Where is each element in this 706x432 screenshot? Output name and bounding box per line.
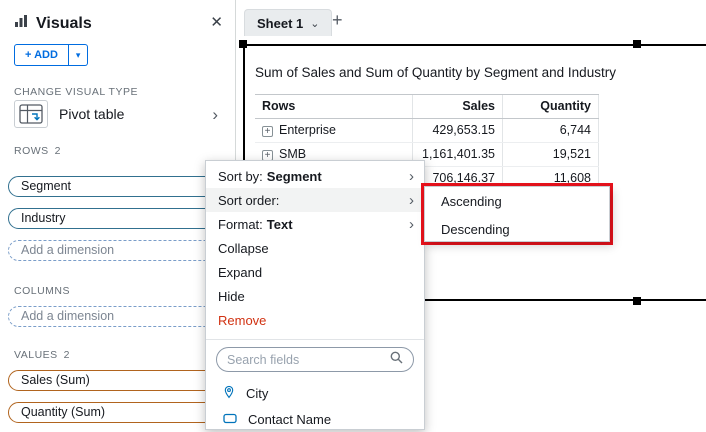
menu-item-value: Segment <box>267 169 322 184</box>
column-header-quantity[interactable]: Quantity <box>503 95 599 118</box>
visual-type-selector[interactable]: Pivot table › <box>14 99 222 129</box>
expand-icon[interactable]: + <box>262 126 273 137</box>
close-icon[interactable]: ✕ <box>210 13 223 31</box>
visual-title: Sum of Sales and Sum of Quantity by Segm… <box>255 65 616 80</box>
menu-item-remove[interactable]: Remove <box>206 308 424 332</box>
geo-pin-icon <box>223 385 235 402</box>
add-button-label[interactable]: + ADD <box>14 44 69 66</box>
menu-divider <box>206 339 424 340</box>
menu-item-label: Expand <box>218 265 262 280</box>
field-label: City <box>246 386 268 401</box>
menu-item-sort-order[interactable]: Sort order: › <box>206 188 424 212</box>
field-item-city[interactable]: City <box>206 380 424 406</box>
menu-item-collapse[interactable]: Collapse <box>206 236 424 260</box>
menu-item-descending[interactable]: Descending <box>425 215 609 243</box>
menu-item-label: Hide <box>218 289 245 304</box>
sales-value-cell[interactable]: 429,653.15 <box>413 119 503 142</box>
quantity-value-cell[interactable]: 6,744 <box>503 119 599 142</box>
row-label: Enterprise <box>279 123 336 137</box>
values-label: VALUES <box>14 349 58 361</box>
menu-item-expand[interactable]: Expand <box>206 260 424 284</box>
sort-order-submenu: Ascending Descending <box>424 186 610 242</box>
columns-add-dimension-placeholder[interactable]: Add a dimension <box>8 306 224 327</box>
chevron-right-icon: › <box>409 169 414 184</box>
sales-value-cell[interactable]: 1,161,401.35 <box>413 143 503 166</box>
panel-title: Visuals <box>36 15 92 33</box>
resize-handle-bottom[interactable] <box>633 297 641 305</box>
menu-item-ascending[interactable]: Ascending <box>425 187 609 215</box>
columns-section-label: COLUMNS <box>14 285 70 297</box>
visuals-panel: Visuals ✕ + ADD ▾ CHANGE VISUAL TYPE Piv… <box>0 0 236 430</box>
add-button[interactable]: + ADD ▾ <box>14 44 88 66</box>
sheet-tab-label: Sheet 1 <box>257 16 303 31</box>
chevron-right-icon: › <box>409 193 414 208</box>
menu-item-hide[interactable]: Hide <box>206 284 424 308</box>
chevron-right-icon[interactable]: › <box>212 106 218 123</box>
menu-item-label: Remove <box>218 313 266 328</box>
menu-item-sort-by[interactable]: Sort by: Segment › <box>206 164 424 188</box>
menu-item-label: Format: <box>218 217 263 232</box>
panel-header: Visuals <box>14 14 92 33</box>
resize-handle-top[interactable] <box>633 40 641 48</box>
visual-type-name: Pivot table <box>59 106 124 122</box>
menu-item-value: Text <box>267 217 293 232</box>
rows-label: ROWS <box>14 145 49 157</box>
search-icon <box>390 351 403 369</box>
resize-handle-top-left[interactable] <box>239 40 247 48</box>
search-input[interactable] <box>227 353 390 367</box>
values-section-label: VALUES 2 <box>14 349 70 361</box>
field-context-menu: Sort by: Segment › Sort order: › Format:… <box>205 160 425 430</box>
tab-sheet-1[interactable]: Sheet 1 ⌄ <box>244 9 332 36</box>
menu-item-label: Collapse <box>218 241 269 256</box>
table-header-row: Rows Sales Quantity <box>255 94 599 119</box>
column-header-rows[interactable]: Rows <box>255 95 413 118</box>
search-fields-box <box>216 347 414 372</box>
chevron-right-icon: › <box>409 217 414 232</box>
pill-quantity-sum[interactable]: Quantity (Sum) <box>8 402 224 423</box>
text-field-icon <box>223 412 237 427</box>
rows-count: 2 <box>55 145 61 157</box>
pivot-table-icon <box>14 100 48 128</box>
pill-segment[interactable]: Segment <box>8 176 224 197</box>
rows-section-label: ROWS 2 <box>14 145 61 157</box>
rows-add-dimension-placeholder[interactable]: Add a dimension <box>8 240 224 261</box>
quantity-value-cell[interactable]: 19,521 <box>503 143 599 166</box>
row-label-cell[interactable]: + Enterprise <box>255 119 413 142</box>
add-sheet-button[interactable]: + <box>332 11 343 29</box>
menu-item-label: Sort by: <box>218 169 263 184</box>
field-item-contact-name[interactable]: Contact Name <box>206 406 424 432</box>
field-label: Contact Name <box>248 412 331 427</box>
table-row-enterprise: + Enterprise 429,653.15 6,744 <box>255 119 599 143</box>
change-visual-type-label: CHANGE VISUAL TYPE <box>14 86 138 98</box>
bar-chart-icon <box>14 14 28 33</box>
chevron-down-icon[interactable]: ⌄ <box>310 17 319 30</box>
column-header-sales[interactable]: Sales <box>413 95 503 118</box>
menu-item-format[interactable]: Format: Text › <box>206 212 424 236</box>
row-label: SMB <box>279 147 306 161</box>
add-caret-icon[interactable]: ▾ <box>69 44 89 66</box>
pill-industry[interactable]: Industry <box>8 208 224 229</box>
annotation-highlight-box: Ascending Descending <box>421 183 613 245</box>
pill-sales-sum[interactable]: Sales (Sum) <box>8 370 224 391</box>
menu-item-label: Sort order: <box>218 193 279 208</box>
values-count: 2 <box>64 349 70 361</box>
